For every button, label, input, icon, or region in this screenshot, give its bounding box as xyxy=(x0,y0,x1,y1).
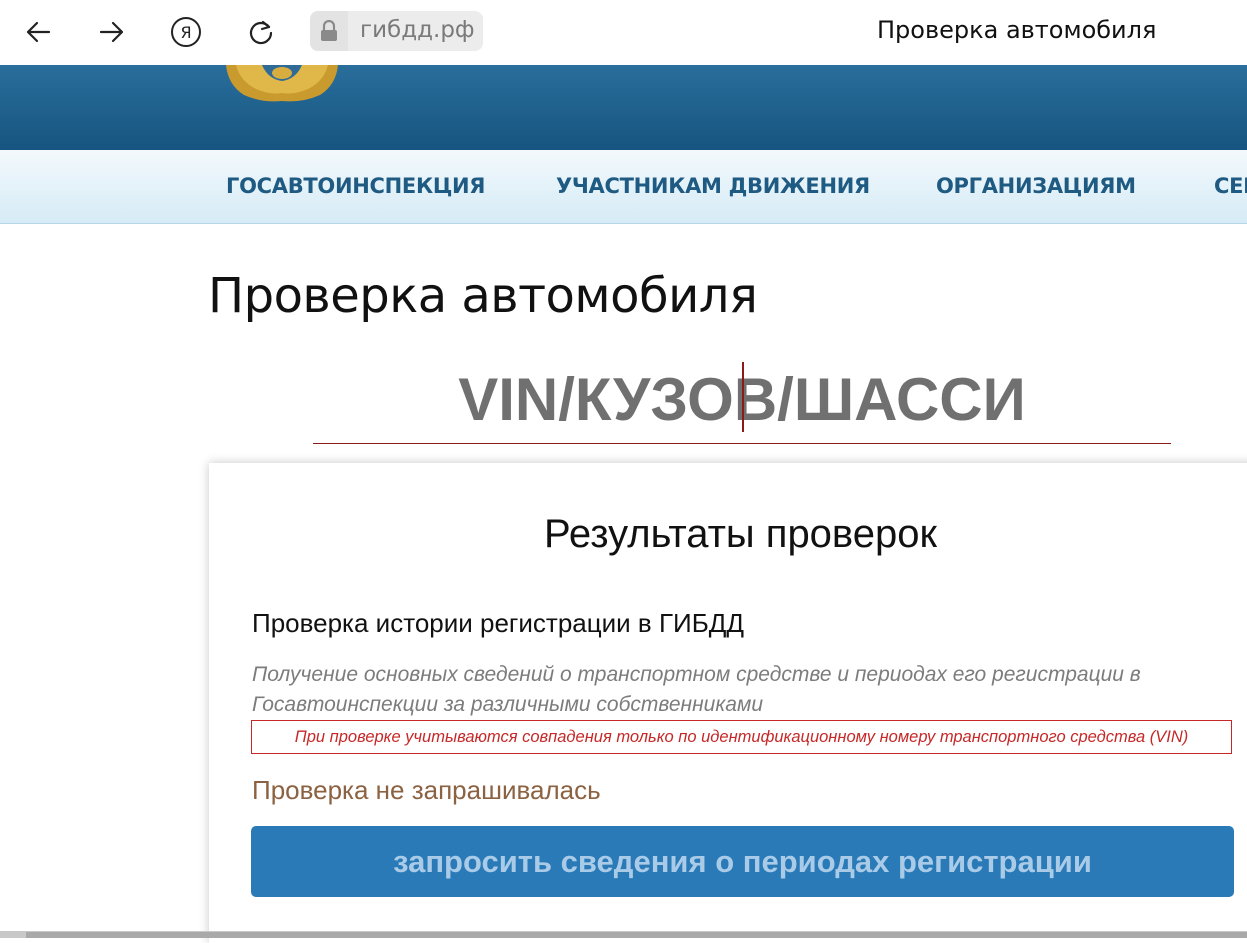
nav-item-services[interactable]: СЕР xyxy=(1214,174,1247,198)
forward-button[interactable] xyxy=(90,10,134,54)
check-description: Получение основных сведений о транспортн… xyxy=(252,663,1141,716)
emblem-logo[interactable] xyxy=(222,65,342,105)
vin-notice: При проверке учитываются совпадения толь… xyxy=(251,720,1232,754)
page-title: Проверка автомобиля xyxy=(208,268,758,324)
nav-item-participants[interactable]: УЧАСТНИКАМ ДВИЖЕНИЯ xyxy=(556,174,870,198)
reload-button[interactable] xyxy=(239,10,283,54)
back-button[interactable] xyxy=(16,10,60,54)
arrow-left-icon xyxy=(26,21,51,43)
browser-toolbar: Я гибдд.рф Проверка автомобиля xyxy=(0,0,1247,65)
arrow-right-icon xyxy=(99,21,124,43)
lock-icon[interactable] xyxy=(310,11,348,51)
yandex-glyph: Я xyxy=(180,23,191,42)
check-status: Проверка не запрашивалась xyxy=(252,775,601,805)
scrollbar-thumb[interactable] xyxy=(26,932,1247,938)
tab-title: Проверка автомобиля xyxy=(877,16,1157,44)
main-nav: ГОСАВТОИНСПЕКЦИЯ УЧАСТНИКАМ ДВИЖЕНИЯ ОРГ… xyxy=(0,150,1247,224)
yandex-button[interactable]: Я xyxy=(164,10,208,54)
request-registration-button[interactable]: запросить сведения о периодах регистраци… xyxy=(251,826,1234,897)
reload-icon xyxy=(249,20,273,45)
check-title: Проверка истории регистрации в ГИБДД xyxy=(252,608,745,638)
results-title: Результаты проверок xyxy=(544,512,937,556)
yandex-icon: Я xyxy=(171,17,201,47)
nav-item-organizations[interactable]: ОРГАНИЗАЦИЯМ xyxy=(936,174,1136,198)
text-caret xyxy=(742,362,744,432)
nav-item-gosavtoinspekciya[interactable]: ГОСАВТОИНСПЕКЦИЯ xyxy=(226,174,485,198)
url-text[interactable]: гибдд.рф xyxy=(360,17,475,43)
site-header xyxy=(0,65,1247,150)
